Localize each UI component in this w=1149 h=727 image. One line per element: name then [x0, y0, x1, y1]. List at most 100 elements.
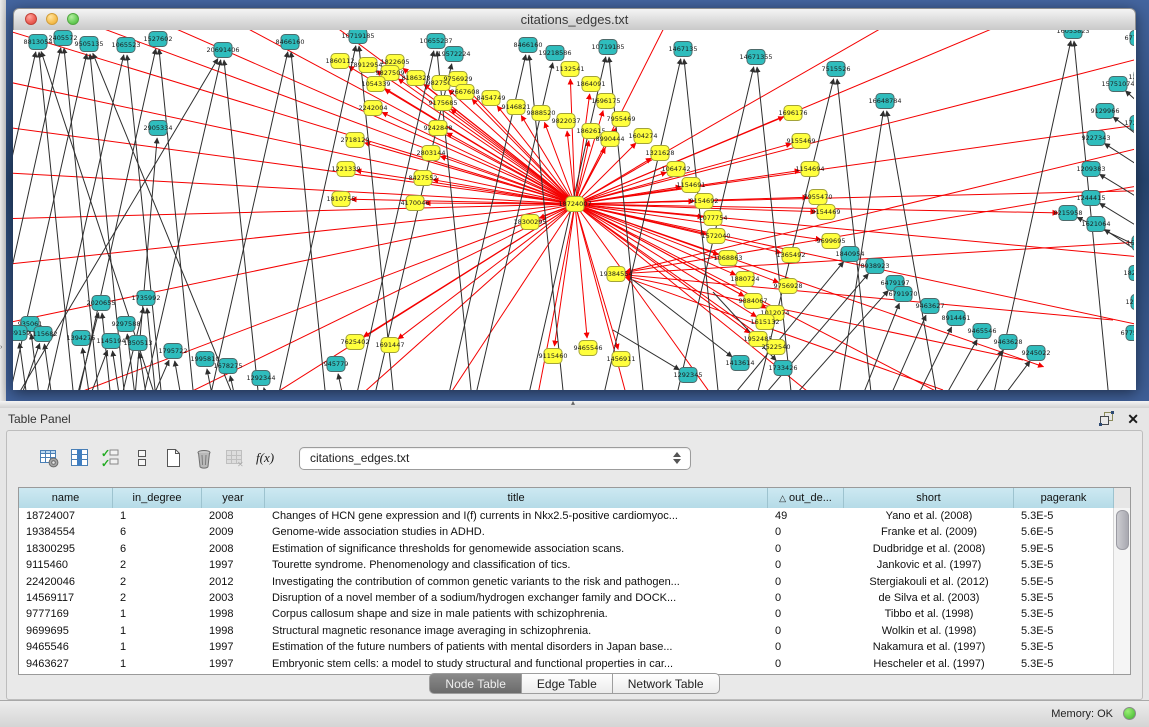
graph-node-label: 2522540: [762, 343, 791, 351]
table-row[interactable]: 946362711997Embryonic stem cells: a mode…: [19, 656, 1114, 672]
graph-node-label: 1210346: [1126, 298, 1134, 306]
table-row[interactable]: 969969511998Structural magnetic resonanc…: [19, 623, 1114, 639]
graph-node-label: 2405572: [49, 34, 78, 42]
cell-year: 2008: [202, 541, 265, 557]
graph-node-label: 9463628: [994, 338, 1023, 346]
table-row[interactable]: 1830029562008Estimation of significance …: [19, 541, 1114, 557]
graph-edge[interactable]: [575, 117, 784, 204]
tab-node-table[interactable]: Node Table: [429, 673, 522, 694]
graph-node-label: 8427552: [409, 174, 438, 182]
graph-node-label: 9822037: [552, 117, 581, 125]
graph-edge[interactable]: [626, 275, 1113, 320]
table-row[interactable]: 911546021997Tourette syndrome. Phenomeno…: [19, 557, 1114, 573]
graph-edge[interactable]: [241, 204, 575, 390]
graph-node-label: 2667608: [451, 88, 480, 96]
graph-edge[interactable]: [887, 111, 941, 390]
merge-rows-button[interactable]: [130, 446, 154, 470]
graph-edge[interactable]: [230, 376, 240, 390]
table-settings-button[interactable]: [37, 446, 61, 470]
graph-edge[interactable]: [291, 52, 328, 390]
table-row[interactable]: 946554611997Estimation of the future num…: [19, 639, 1114, 655]
graph-edge[interactable]: [13, 204, 575, 220]
graph-edge[interactable]: [340, 204, 575, 390]
column-header-pagerank[interactable]: pagerank: [1014, 488, 1114, 508]
window-titlebar[interactable]: citations_edges.txt: [13, 8, 1136, 31]
tab-edge-table[interactable]: Edge Table: [522, 673, 613, 694]
tab-network-table[interactable]: Network Table: [613, 673, 720, 694]
combo-arrows-icon: [673, 452, 681, 464]
graph-node-label: 1615132: [751, 318, 780, 326]
table-row[interactable]: 1456911722003Disruption of a novel membe…: [19, 590, 1114, 606]
column-header-short[interactable]: short: [844, 488, 1014, 508]
graph-edge[interactable]: [338, 374, 348, 390]
graph-node-label: 9175685: [429, 99, 458, 107]
control-panel-collapsed-strip[interactable]: ›: [0, 0, 6, 401]
network-canvas[interactable]: 8813054240557295051351065523152760220691…: [13, 30, 1136, 390]
cell-title: Changes of HCN gene expression and I(f) …: [265, 508, 768, 524]
import-table-button[interactable]: ✕: [223, 446, 247, 470]
graph-edge[interactable]: [113, 351, 123, 390]
graph-node-label: 1054339: [362, 80, 391, 88]
new-table-button[interactable]: [161, 446, 185, 470]
graph-node-label: 8912954: [354, 61, 383, 69]
column-header-title[interactable]: title: [265, 488, 768, 508]
column-visibility-button[interactable]: ✓ ✓: [99, 446, 123, 470]
splitter-collapse-icon[interactable]: ▴: [571, 398, 575, 407]
table-row[interactable]: 1938455462009Genome-wide association stu…: [19, 524, 1114, 540]
vertical-scrollbar[interactable]: [1113, 508, 1130, 674]
graph-edge[interactable]: [13, 171, 575, 204]
column-header-out-degree[interactable]: △out_de...: [768, 488, 844, 508]
graph-edge[interactable]: [932, 340, 977, 390]
graph-edge[interactable]: [264, 388, 273, 390]
graph-edge[interactable]: [837, 79, 874, 390]
graph-node-label: 10719185: [591, 43, 624, 51]
cell-pagerank: 5.6E-5: [1014, 524, 1114, 540]
minimize-window-button[interactable]: [46, 13, 58, 25]
graph-edge[interactable]: [880, 315, 926, 390]
maximize-window-button[interactable]: [67, 13, 79, 25]
graph-edge[interactable]: [140, 353, 150, 390]
graph-edge[interactable]: [19, 343, 30, 390]
graph-edge[interactable]: [554, 204, 575, 346]
trash-icon: [193, 447, 215, 469]
graph-edge[interactable]: [159, 49, 196, 390]
graph-edge[interactable]: [205, 52, 288, 390]
graph-edge[interactable]: [853, 303, 899, 390]
graph-node-label: 18300295: [513, 218, 546, 226]
citation-network-graph[interactable]: 8813054240557295051351065523152760220691…: [13, 30, 1134, 390]
show-columns-button[interactable]: [68, 446, 92, 470]
graph-node-label: 1292345: [674, 371, 703, 379]
table-header-row: name in_degree year title △out_de... sho…: [19, 488, 1130, 508]
graph-edge[interactable]: [143, 360, 169, 390]
column-header-in-degree[interactable]: in_degree: [113, 488, 202, 508]
graph-edge[interactable]: [175, 361, 185, 390]
graph-node-label: 6775086: [1125, 34, 1134, 42]
column-header-name[interactable]: name: [19, 488, 113, 508]
show-columns-icon: [69, 447, 91, 469]
close-window-button[interactable]: [25, 13, 37, 25]
graph-node-label: 1456911: [607, 355, 636, 363]
close-panel-button[interactable]: ✕: [1127, 409, 1139, 429]
graph-edge[interactable]: [575, 52, 1134, 204]
cell-title: Estimation of significance thresholds fo…: [265, 541, 768, 557]
table-row[interactable]: 2242004622012Investigating the contribut…: [19, 574, 1114, 590]
graph-edge[interactable]: [398, 204, 575, 339]
function-builder-button[interactable]: f(x): [254, 446, 278, 470]
column-header-year[interactable]: year: [202, 488, 265, 508]
float-panel-button[interactable]: [1099, 411, 1115, 427]
graph-node-label: 9154469: [812, 208, 841, 216]
graph-node-label: 2905334: [144, 124, 173, 132]
table-selector-dropdown[interactable]: citations_edges.txt: [299, 447, 691, 470]
cell-out_degree: 0: [768, 557, 844, 573]
graph-edge[interactable]: [142, 30, 575, 204]
delete-table-button[interactable]: [192, 446, 216, 470]
table-row[interactable]: 977716911998Corpus callosum shape and si…: [19, 606, 1114, 622]
graph-edge[interactable]: [224, 60, 261, 390]
graph-node-label: 1292344: [247, 374, 276, 382]
scrollbar-thumb[interactable]: [1116, 510, 1129, 550]
graph-node-label: 2242004: [359, 104, 388, 112]
graph-node-label: 1145194: [97, 337, 126, 345]
graph-node-label: 1065523: [112, 41, 141, 49]
cell-out_degree: 49: [768, 508, 844, 524]
table-row[interactable]: 1872400712008Changes of HCN gene express…: [19, 508, 1114, 524]
